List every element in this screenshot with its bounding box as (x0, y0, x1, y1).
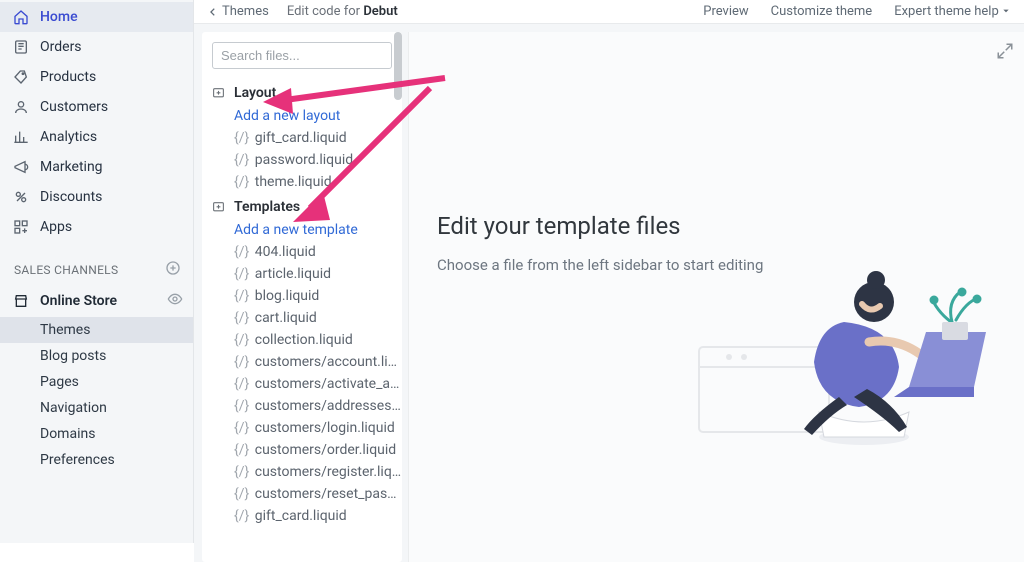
file-entry[interactable]: {/} 404.liquid (202, 241, 402, 263)
file-entry[interactable]: {/} theme.liquid (202, 171, 402, 193)
file-entry[interactable]: {/} customers/register.liquid (202, 461, 402, 483)
nav-item-apps[interactable]: Apps (0, 212, 193, 242)
group-name: Layout (234, 85, 276, 101)
chevron-down-icon (1002, 7, 1010, 15)
add-channel-icon[interactable] (165, 260, 181, 279)
nav-label: Analytics (40, 129, 97, 145)
subnav-pages[interactable]: Pages (40, 369, 193, 395)
file-entry[interactable]: {/} blog.liquid (202, 285, 402, 307)
page-title: Edit code for Debut (287, 4, 398, 19)
analytics-icon (12, 128, 30, 146)
view-store-icon[interactable] (167, 291, 183, 311)
online-store-subnav: Themes Blog posts Pages Navigation Domai… (0, 317, 193, 473)
breadcrumb-label: Themes (222, 4, 269, 19)
nav-label: Orders (40, 39, 82, 55)
nav-label: Home (40, 9, 78, 25)
channel-label: Online Store (40, 293, 117, 309)
group-name: Templates (234, 199, 300, 215)
expert-help-dropdown[interactable]: Expert theme help (894, 4, 1010, 19)
nav-item-orders[interactable]: Orders (0, 32, 193, 62)
file-entry[interactable]: {/} customers/order.liquid (202, 439, 402, 461)
add-folder-icon (212, 200, 226, 214)
file-entry[interactable]: {/} customers/reset_password.liquid (202, 483, 402, 505)
sales-channels-header: SALES CHANNELS (0, 242, 193, 285)
scrollbar-thumb[interactable] (394, 32, 402, 100)
file-entry[interactable]: {/} password.liquid (202, 149, 402, 171)
file-entry[interactable]: {/} customers/addresses.liquid (202, 395, 402, 417)
add-template-link[interactable]: Add a new template (202, 219, 402, 241)
nav-label: Customers (40, 99, 108, 115)
breadcrumb-back[interactable]: Themes (208, 4, 269, 19)
add-layout-link[interactable]: Add a new layout (202, 105, 402, 127)
nav-item-home[interactable]: Home (0, 2, 193, 32)
chevron-left-icon (208, 7, 218, 17)
store-icon (12, 292, 30, 310)
file-entry[interactable]: {/} gift_card.liquid (202, 127, 402, 149)
sales-channels-label: SALES CHANNELS (14, 263, 118, 277)
expand-icon[interactable] (996, 42, 1014, 64)
file-entry[interactable]: {/} cart.liquid (202, 307, 402, 329)
nav-item-marketing[interactable]: Marketing (0, 152, 193, 182)
preview-link[interactable]: Preview (703, 4, 748, 19)
products-icon (12, 68, 30, 86)
left-sidebar: Home Orders Products Customers Analytics… (0, 0, 194, 543)
customers-icon (12, 98, 30, 116)
file-entry[interactable]: {/} customers/account.liquid (202, 351, 402, 373)
file-entry[interactable]: {/} article.liquid (202, 263, 402, 285)
file-tree-panel: Layout Add a new layout {/} gift_card.li… (202, 32, 402, 562)
nav-item-customers[interactable]: Customers (0, 92, 193, 122)
search-files[interactable] (212, 42, 392, 69)
discounts-icon (12, 188, 30, 206)
nav-item-analytics[interactable]: Analytics (0, 122, 193, 152)
add-folder-icon (212, 86, 226, 100)
nav-item-discounts[interactable]: Discounts (0, 182, 193, 212)
subnav-themes[interactable]: Themes (0, 317, 193, 343)
home-icon (12, 8, 30, 26)
orders-icon (12, 38, 30, 56)
channel-online-store[interactable]: Online Store (0, 285, 193, 317)
apps-icon (12, 218, 30, 236)
editor-illustration (694, 192, 994, 452)
file-entry[interactable]: {/} customers/activate_account.liquid (202, 373, 402, 395)
editor-panel: Edit your template files Choose a file f… (408, 32, 1024, 562)
nav-label: Discounts (40, 189, 102, 205)
file-entry[interactable]: {/} customers/login.liquid (202, 417, 402, 439)
subnav-navigation[interactable]: Navigation (40, 395, 193, 421)
customize-theme-link[interactable]: Customize theme (771, 4, 873, 19)
file-entry[interactable]: {/} collection.liquid (202, 329, 402, 351)
subnav-blog-posts[interactable]: Blog posts (40, 343, 193, 369)
subnav-preferences[interactable]: Preferences (40, 447, 193, 473)
file-entry[interactable]: {/} gift_card.liquid (202, 505, 402, 527)
nav-label: Products (40, 69, 96, 85)
search-input[interactable] (221, 48, 397, 63)
marketing-icon (12, 158, 30, 176)
group-templates-header[interactable]: Templates (202, 193, 402, 219)
nav-label: Apps (40, 219, 72, 235)
nav-item-products[interactable]: Products (0, 62, 193, 92)
nav-label: Marketing (40, 159, 103, 175)
topbar: Themes Edit code for Debut Preview Custo… (194, 0, 1024, 24)
group-layout-header[interactable]: Layout (202, 79, 402, 105)
subnav-domains[interactable]: Domains (40, 421, 193, 447)
